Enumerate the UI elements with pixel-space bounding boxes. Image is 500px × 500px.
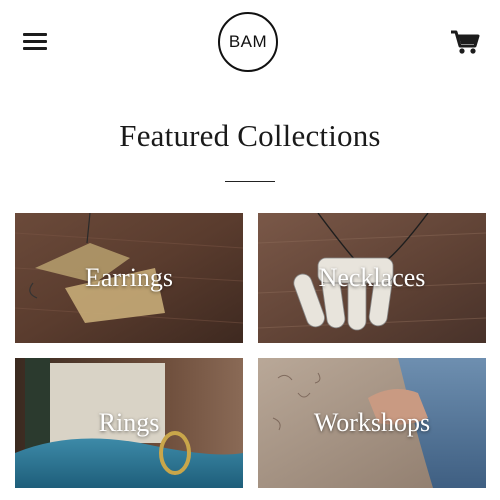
page: BAM Featured Collections Earrings Neckla… <box>0 0 500 500</box>
site-header: BAM <box>0 0 500 90</box>
hamburger-menu-icon[interactable] <box>18 26 52 56</box>
collection-tile-workshops[interactable]: Workshops <box>258 358 486 488</box>
collection-tile-earrings[interactable]: Earrings <box>15 213 243 343</box>
shopping-cart-icon[interactable] <box>448 26 482 56</box>
collection-label: Workshops <box>313 408 431 437</box>
collection-label: Rings <box>98 408 160 437</box>
logo-text: BAM <box>228 32 268 51</box>
title-divider <box>225 181 275 182</box>
collection-label: Necklaces <box>318 263 426 292</box>
collection-tile-rings[interactable]: Rings <box>15 358 243 488</box>
page-title: Featured Collections <box>119 118 381 153</box>
collection-tile-necklaces[interactable]: Necklaces <box>258 213 486 343</box>
collection-label: Earrings <box>84 263 174 292</box>
site-logo[interactable]: BAM <box>218 12 278 72</box>
